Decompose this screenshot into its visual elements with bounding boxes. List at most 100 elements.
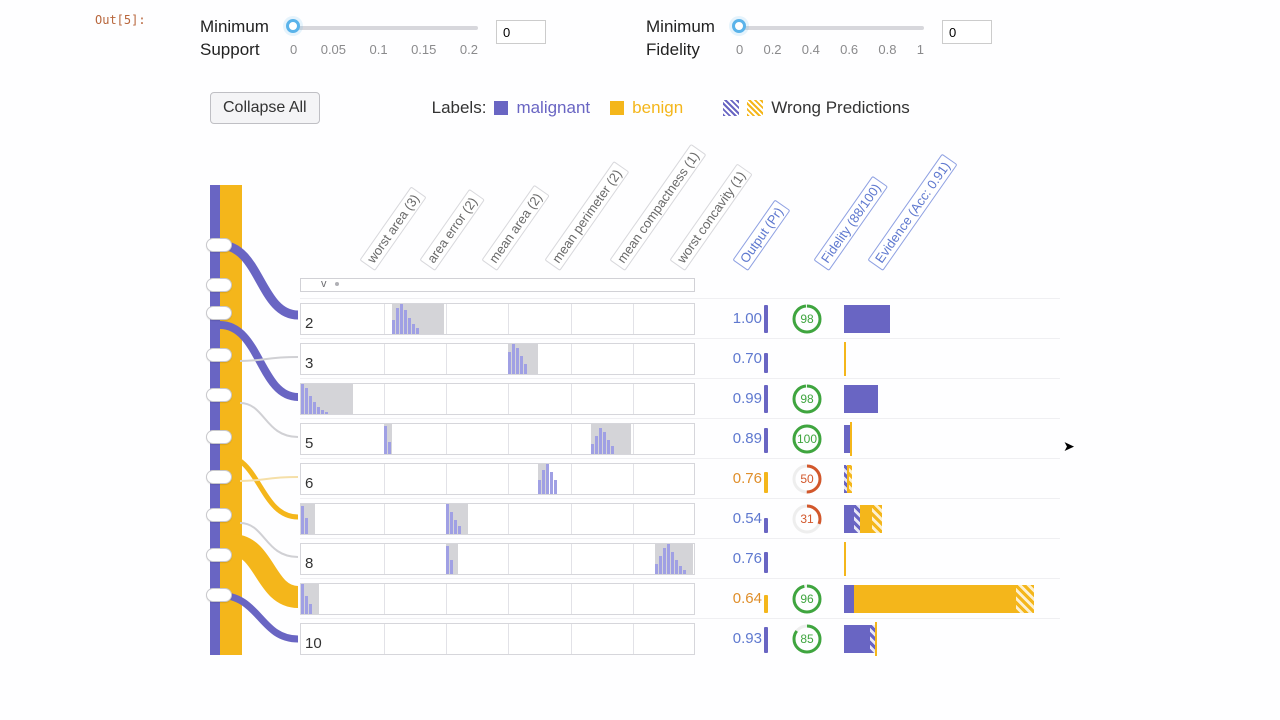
output-bar — [764, 353, 768, 373]
evidence-bar — [844, 585, 1034, 613]
column-headers: worst area (3) area error (2) mean area … — [335, 130, 1065, 275]
rule-row[interactable]: 2 1.00 98 — [300, 298, 1060, 338]
dataflow-column — [210, 185, 252, 655]
chevron-down-icon[interactable]: v — [321, 278, 327, 290]
rule-row[interactable]: 5 0.89 100 — [300, 418, 1060, 458]
rule-id: 3 — [305, 355, 313, 372]
min-support-track[interactable] — [290, 24, 478, 30]
flow-split-handle[interactable] — [206, 430, 232, 444]
min-support-handle[interactable] — [286, 19, 300, 33]
output-bar — [764, 305, 768, 333]
legend: Labels: malignant benign Wrong Predictio… — [432, 98, 910, 118]
fidelity-badge: 100 — [792, 424, 822, 454]
rule-conditions[interactable]: 3 — [300, 343, 695, 375]
output-bar — [764, 518, 768, 533]
flow-split-handle[interactable] — [206, 470, 232, 484]
output-probability: 0.70 — [710, 350, 762, 367]
output-bar — [764, 552, 768, 573]
output-probability: 0.76 — [710, 470, 762, 487]
fidelity-badge: 96 — [792, 584, 822, 614]
output-bar — [764, 595, 768, 613]
fidelity-badge: 98 — [792, 384, 822, 414]
output-bar — [764, 472, 768, 493]
col-evidence-header[interactable]: Evidence (Acc: 0.91) — [867, 154, 957, 271]
fidelity-badge: 85 — [792, 624, 822, 654]
min-fidelity-slider: Minimum Fidelity 00.20.40.60.81 — [646, 16, 992, 62]
swatch-benign — [610, 101, 624, 115]
output-probability: 0.64 — [710, 590, 762, 607]
rule-row[interactable]: 7 0.54 31 — [300, 498, 1060, 538]
fidelity-badge: 98 — [792, 304, 822, 334]
evidence-bar — [844, 505, 882, 533]
feature-header[interactable]: area error (2) — [419, 189, 484, 271]
rule-row[interactable]: 6 0.76 50 — [300, 458, 1060, 498]
flow-split-handle[interactable] — [206, 348, 232, 362]
rule-conditions[interactable]: 5 — [300, 423, 695, 455]
flow-split-handle[interactable] — [206, 238, 232, 252]
min-fidelity-track[interactable] — [736, 24, 924, 30]
swatch-wrong-benign — [747, 100, 763, 116]
output-probability: 0.89 — [710, 430, 762, 447]
flow-split-handle[interactable] — [206, 508, 232, 522]
feature-header[interactable]: worst area (3) — [359, 186, 426, 271]
fidelity-badge: 31 — [792, 504, 822, 534]
output-bar — [764, 627, 768, 653]
evidence-bar — [844, 545, 848, 573]
rule-id: 6 — [305, 475, 313, 492]
flow-split-handle[interactable] — [206, 548, 232, 562]
output-probability: 1.00 — [710, 310, 762, 327]
evidence-bar — [844, 385, 878, 413]
rule-id: 10 — [305, 635, 322, 652]
min-fidelity-input[interactable] — [942, 20, 992, 44]
output-probability: 0.99 — [710, 390, 762, 407]
fidelity-badge: 50 — [792, 464, 822, 494]
evidence-bar — [844, 305, 890, 333]
col-output-header[interactable]: Output (Pr) — [732, 199, 790, 271]
rule-conditions[interactable]: 7 — [300, 503, 695, 535]
evidence-bar — [844, 425, 852, 453]
evidence-bar — [844, 625, 877, 653]
feature-header[interactable]: mean area (2) — [481, 185, 549, 271]
rule-conditions[interactable]: 4 — [300, 383, 695, 415]
rule-row[interactable]: 3 0.70 — [300, 338, 1060, 378]
cursor-icon: ➤ — [1063, 438, 1075, 455]
rule-row[interactable]: 8 0.76 — [300, 538, 1060, 578]
flow-split-handle[interactable] — [206, 306, 232, 320]
swatch-malignant — [494, 101, 508, 115]
flow-split-handle[interactable] — [206, 588, 232, 602]
rule-id: 2 — [305, 315, 313, 332]
min-fidelity-label: Minimum Fidelity — [646, 16, 726, 62]
rule-conditions[interactable]: 8 — [300, 543, 695, 575]
flow-split-handle[interactable] — [206, 388, 232, 402]
output-probability: 0.93 — [710, 630, 762, 647]
rule-id: 5 — [305, 435, 313, 452]
min-support-slider: Minimum Support 00.050.10.150.2 — [200, 16, 546, 62]
rule-row[interactable]: 4 0.99 98 — [300, 378, 1060, 418]
output-bar — [764, 428, 768, 453]
rule-conditions[interactable]: 6 — [300, 463, 695, 495]
rule-row[interactable]: 9 0.64 96 — [300, 578, 1060, 618]
legend-wrong: Wrong Predictions — [771, 98, 910, 118]
legend-malignant: malignant — [516, 98, 590, 118]
rule-table: v 2 1.00 98 3 0.70 4 — [300, 278, 1060, 658]
output-probability: 0.76 — [710, 550, 762, 567]
output-bar — [764, 385, 768, 413]
min-support-input[interactable] — [496, 20, 546, 44]
evidence-bar — [844, 465, 852, 493]
output-probability: 0.54 — [710, 510, 762, 527]
rule-row[interactable]: 10 0.93 85 — [300, 618, 1060, 658]
min-fidelity-ticks: 00.20.40.60.81 — [736, 42, 924, 57]
min-support-label: Minimum Support — [200, 16, 280, 62]
collapse-all-button[interactable]: Collapse All — [210, 92, 320, 124]
flow-split-handle[interactable] — [206, 278, 232, 292]
swatch-wrong-malignant — [723, 100, 739, 116]
legend-benign: benign — [632, 98, 683, 118]
min-support-ticks: 00.050.10.150.2 — [290, 42, 478, 57]
dot-icon — [335, 282, 339, 286]
rule-conditions[interactable]: 10 — [300, 623, 695, 655]
rule-header-row[interactable]: v — [300, 278, 695, 292]
rule-id: 8 — [305, 555, 313, 572]
rule-conditions[interactable]: 2 — [300, 303, 695, 335]
min-fidelity-handle[interactable] — [732, 19, 746, 33]
rule-conditions[interactable]: 9 — [300, 583, 695, 615]
